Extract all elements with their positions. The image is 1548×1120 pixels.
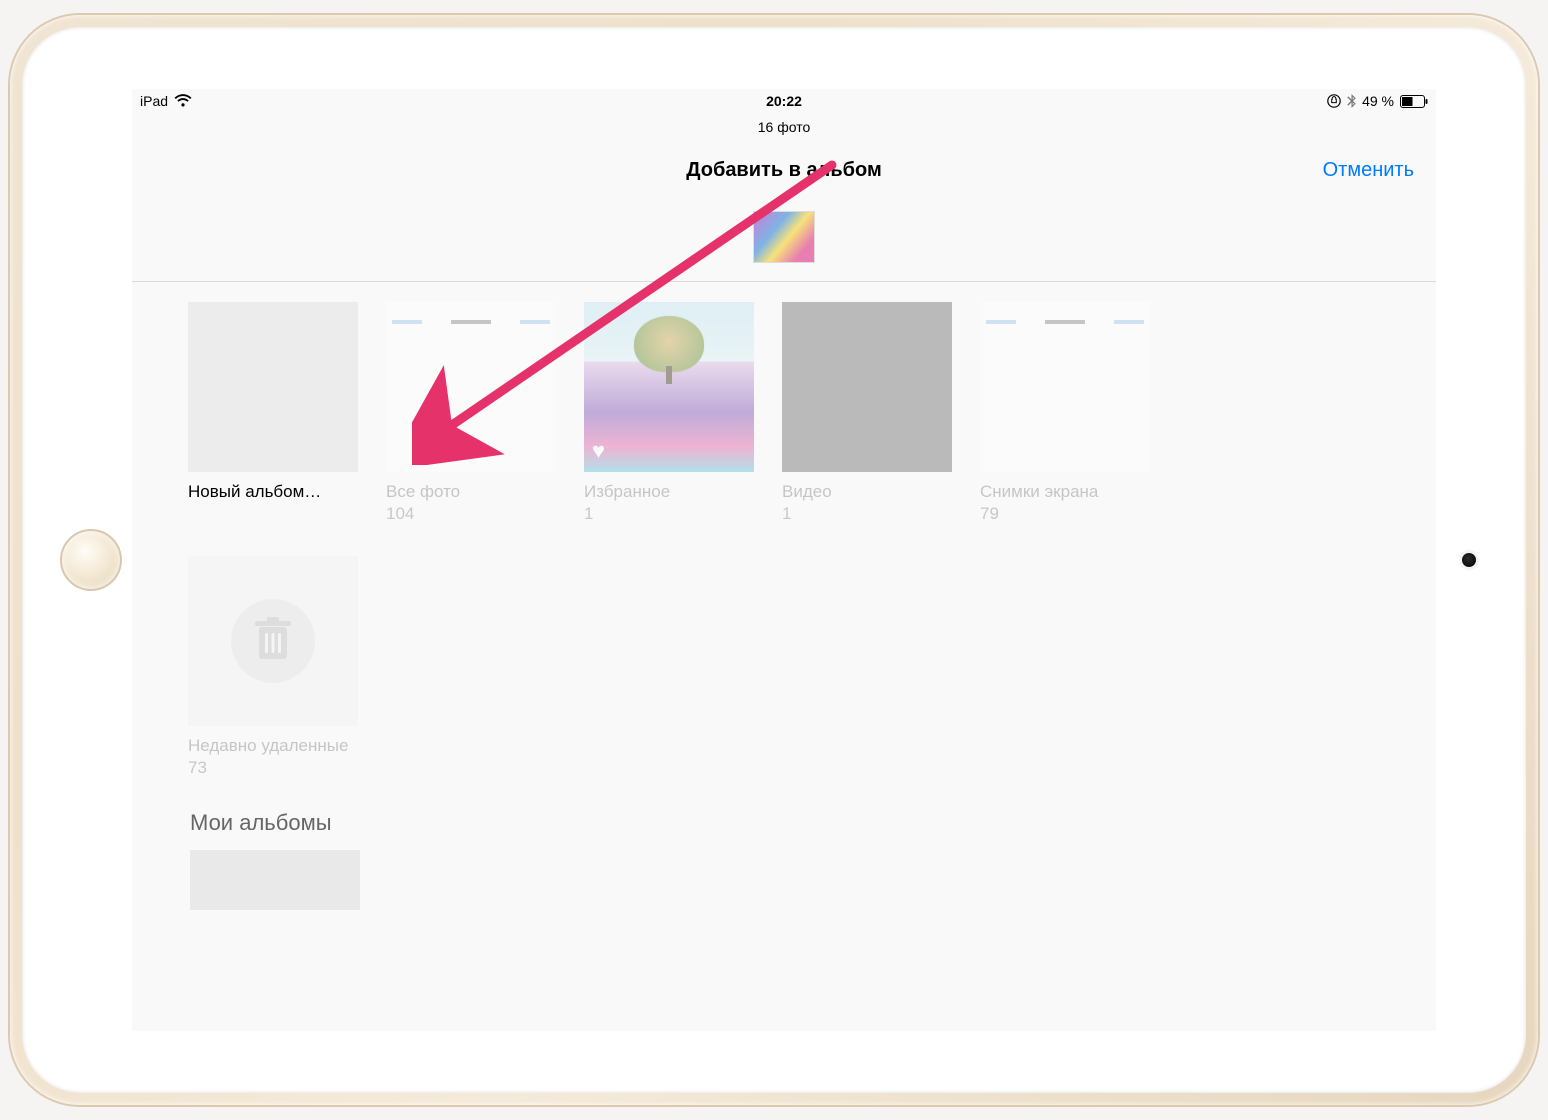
screen: iPad 20:22 49 % <box>132 89 1436 1031</box>
album-name: Недавно удаленные <box>188 736 358 756</box>
album-recently-deleted: Недавно удаленные 73 <box>188 556 358 778</box>
selected-photo-preview <box>753 211 815 263</box>
album-name: Все фото <box>386 482 556 502</box>
album-screenshots: Снимки экрана 79 <box>980 302 1150 524</box>
album-thumb-partial[interactable] <box>190 850 360 910</box>
header: 16 фото Добавить в альбом Отменить <box>132 113 1436 263</box>
album-name: Новый альбом… <box>188 482 358 502</box>
ipad-frame: iPad 20:22 49 % <box>10 15 1538 1105</box>
album-count: 73 <box>188 758 358 778</box>
album-name: Видео <box>782 482 952 502</box>
section-my-albums: Мои альбомы <box>190 810 1436 836</box>
clock: 20:22 <box>766 93 802 109</box>
new-album-thumb <box>188 302 358 472</box>
orientation-lock-icon <box>1327 94 1341 108</box>
battery-text: 49 % <box>1362 93 1394 109</box>
album-video: Видео 1 <box>782 302 952 524</box>
album-name: Снимки экрана <box>980 482 1150 502</box>
album-thumb <box>386 302 556 472</box>
home-button[interactable] <box>60 529 122 591</box>
wifi-icon <box>174 94 192 108</box>
status-bar: iPad 20:22 49 % <box>132 89 1436 113</box>
album-thumb <box>188 556 358 726</box>
front-camera <box>1462 553 1476 567</box>
album-count: 79 <box>980 504 1150 524</box>
album-count: 104 <box>386 504 556 524</box>
page-title: Добавить в альбом <box>686 159 882 181</box>
selection-count: 16 фото <box>132 119 1436 135</box>
album-count: 1 <box>584 504 754 524</box>
battery-icon <box>1400 95 1428 108</box>
new-album-button[interactable]: Новый альбом… <box>188 302 358 524</box>
album-all-photos: Все фото 104 <box>386 302 556 524</box>
ipad-bezel: iPad 20:22 49 % <box>22 27 1526 1093</box>
album-thumb: ♥ <box>584 302 754 472</box>
album-count: 1 <box>782 504 952 524</box>
trash-icon <box>253 617 293 666</box>
album-name: Избранное <box>584 482 754 502</box>
cancel-button[interactable]: Отменить <box>1323 159 1414 182</box>
device-label: iPad <box>140 93 168 109</box>
album-favorite: ♥ Избранное 1 <box>584 302 754 524</box>
heart-icon: ♥ <box>592 438 605 464</box>
album-thumb <box>782 302 952 472</box>
bluetooth-icon <box>1347 94 1356 108</box>
album-thumb <box>980 302 1150 472</box>
albums-grid: Новый альбом… Все фото 104 <box>132 282 1436 778</box>
